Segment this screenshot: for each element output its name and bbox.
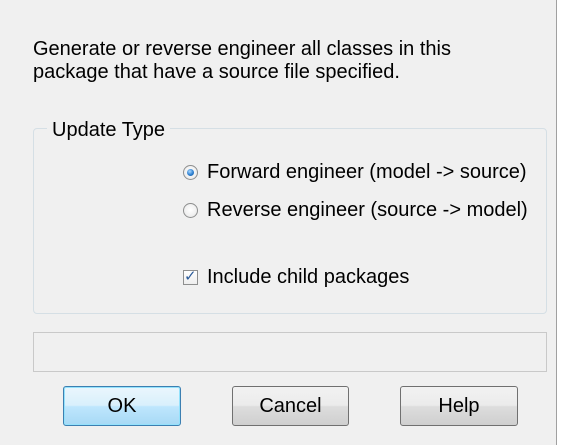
description-text: Generate or reverse engineer all classes…	[33, 38, 451, 83]
update-type-legend: Update Type	[47, 118, 171, 142]
reverse-engineer-radio[interactable]: Reverse engineer (source -> model)	[183, 199, 528, 222]
help-button[interactable]: Help	[400, 386, 518, 426]
checkmark-icon: ✓	[184, 267, 197, 285]
forward-engineer-label: Forward engineer (model -> source)	[207, 161, 527, 183]
checkbox-icon[interactable]: ✓	[183, 267, 198, 285]
cancel-button[interactable]: Cancel	[232, 386, 349, 426]
outside-area	[557, 0, 561, 445]
forward-engineer-radio[interactable]: Forward engineer (model -> source)	[183, 161, 527, 184]
radio-checked-icon[interactable]	[183, 165, 198, 180]
radio-unchecked-icon[interactable]	[183, 203, 198, 218]
ok-button[interactable]: OK	[63, 386, 181, 426]
status-bar	[33, 332, 547, 372]
include-child-packages-checkbox[interactable]: ✓ Include child packages	[183, 266, 409, 289]
include-child-packages-label: Include child packages	[207, 266, 410, 288]
dialog: Generate or reverse engineer all classes…	[0, 0, 561, 445]
reverse-engineer-label: Reverse engineer (source -> model)	[207, 199, 528, 221]
